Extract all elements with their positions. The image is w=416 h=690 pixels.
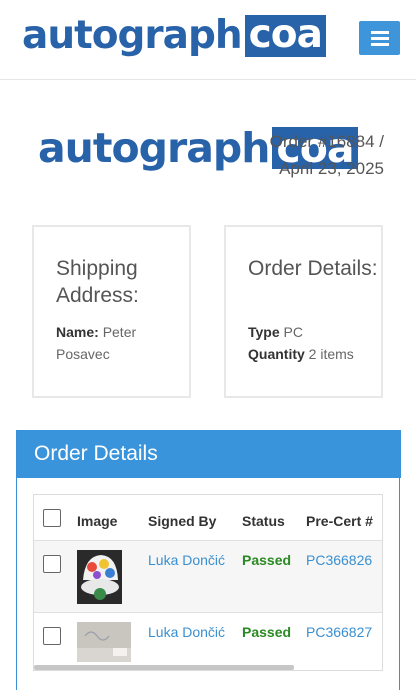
type-label: Type [248, 324, 280, 340]
quantity-label: Quantity [248, 346, 305, 362]
status-badge: Passed [242, 624, 292, 640]
hamburger-icon [370, 30, 389, 46]
row-checkbox[interactable] [43, 555, 61, 573]
pre-cert-link[interactable]: PC366826 [306, 552, 372, 568]
row-checkbox[interactable] [43, 627, 61, 645]
quantity-value: 2 items [308, 346, 354, 362]
pre-cert-link[interactable]: PC366827 [306, 624, 372, 640]
table-row: Luka Dončić Passed PC366826 [34, 541, 382, 613]
signed-by-link[interactable]: Luka Dončić [148, 624, 225, 640]
signed-by-link[interactable]: Luka Dončić [148, 552, 225, 568]
order-details-lines: Type PC Quantity 2 items [248, 321, 368, 365]
order-details-card: Order Details: Type PC Quantity 2 items [224, 225, 383, 398]
shipping-address-card: Shipping Address: Name: Peter Posavec [32, 225, 191, 398]
order-number-date: Order #16884 / April 23, 2025 [269, 132, 384, 178]
order-details-panel: Order Details Image Signed By Status Pre… [16, 430, 401, 690]
table-row: Luka Dončić Passed PC366827 [34, 613, 382, 670]
column-pre-cert: Pre-Cert # [306, 513, 373, 529]
items-table[interactable]: Image Signed By Status Pre-Cert # Luka D… [33, 494, 383, 671]
column-status: Status [242, 513, 285, 529]
site-header: autograph coa [0, 0, 416, 80]
horizontal-scrollbar[interactable] [34, 665, 294, 670]
item-thumbnail[interactable] [77, 550, 122, 604]
item-thumbnail[interactable] [77, 622, 131, 662]
panel-title: Order Details [17, 430, 401, 478]
order-details-title: Order Details: [248, 257, 378, 280]
logo-box: coa [244, 15, 326, 57]
shipping-address-lines: Name: Peter Posavec [56, 321, 176, 365]
column-image: Image [77, 513, 118, 529]
type-value: PC [283, 324, 303, 340]
shipping-address-title: Shipping Address: [56, 257, 139, 307]
site-logo[interactable]: autograph coa [22, 15, 326, 57]
menu-button[interactable] [359, 21, 400, 55]
name-label: Name: [56, 324, 99, 340]
table-header-row: Image Signed By Status Pre-Cert # [34, 495, 382, 541]
select-all-checkbox[interactable] [43, 509, 61, 527]
status-badge: Passed [242, 552, 292, 568]
column-signed-by: Signed By [148, 513, 217, 529]
logo-word: autograph [22, 13, 243, 58]
